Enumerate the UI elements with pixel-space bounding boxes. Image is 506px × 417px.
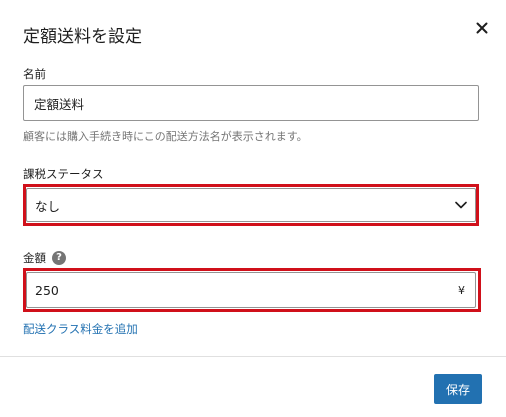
name-label: 名前 (23, 67, 46, 81)
save-button[interactable]: 保存 (434, 374, 482, 404)
currency-symbol: ¥ (458, 283, 465, 297)
shipping-method-modal: 定額送料を設定 名前 定額送料 顧客には購入手続き時にこの配送方法名が表示されま… (0, 0, 506, 417)
amount-label: 金額 (23, 251, 46, 265)
name-help-text: 顧客には購入手続き時にこの配送方法名が表示されます。 (23, 130, 308, 143)
tax-status-selected: なし (35, 198, 61, 214)
footer-divider (0, 356, 506, 357)
help-circle-icon[interactable]: ? (52, 250, 66, 265)
modal-title: 定額送料を設定 (23, 27, 142, 47)
tax-status-select[interactable]: なし (26, 188, 476, 222)
name-input[interactable]: 定額送料 (23, 85, 479, 121)
amount-label-row: 金額? (23, 250, 66, 266)
chevron-down-icon (455, 201, 467, 209)
close-icon (476, 22, 488, 34)
close-button[interactable] (472, 18, 492, 38)
add-shipping-class-cost-link[interactable]: 配送クラス料金を追加 (23, 321, 138, 337)
tax-status-label: 課税ステータス (23, 167, 104, 181)
name-input-value: 定額送料 (34, 96, 85, 112)
amount-input[interactable]: 250 ¥ (26, 272, 476, 308)
amount-value: 250 (35, 282, 59, 298)
